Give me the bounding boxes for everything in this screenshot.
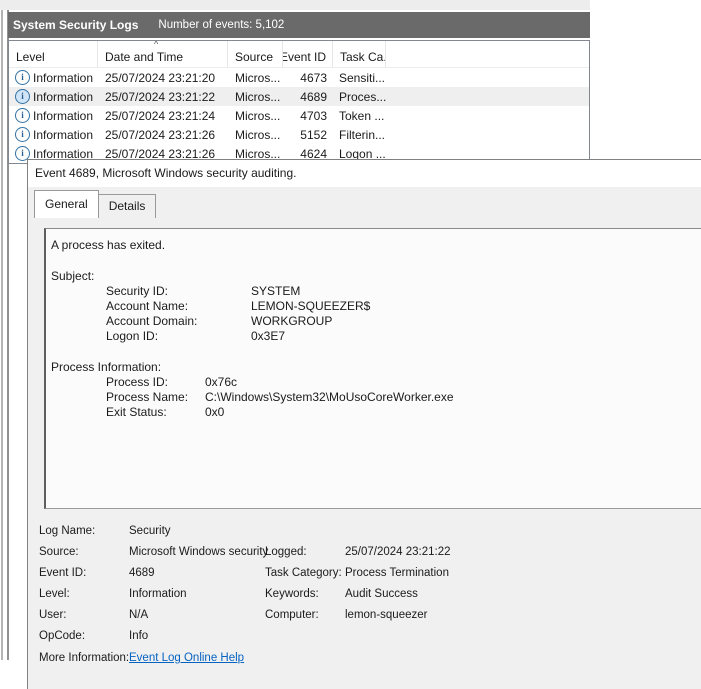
event-id-value: 4689 (129, 567, 155, 579)
column-header-level[interactable]: Level (9, 41, 98, 67)
row-level: Information (33, 71, 93, 85)
log-name-value: Security (129, 525, 171, 537)
level-value: Information (129, 588, 187, 600)
information-level-icon: i (15, 108, 30, 123)
sort-ascending-icon: ^ (154, 41, 158, 49)
window-left-border (1, 10, 3, 660)
row-event-id: 5152 (283, 128, 333, 142)
computer-value: lemon-squeezer (345, 609, 427, 621)
column-header-task-category[interactable]: Task Ca... (333, 41, 386, 67)
keywords-value: Audit Success (345, 588, 418, 600)
information-level-icon: i (15, 70, 30, 85)
row-task-category: Proces... (333, 90, 386, 104)
footer-row-source: Source: Microsoft Windows security Logge… (28, 546, 701, 567)
row-level: Information (33, 128, 93, 142)
table-row[interactable]: i Information 25/07/2024 23:21:24 Micros… (9, 106, 589, 125)
row-task-category: Sensiti... (333, 71, 386, 85)
row-datetime: 25/07/2024 23:21:26 (98, 128, 228, 142)
source-value: Microsoft Windows security (129, 546, 268, 558)
footer-row-opcode: OpCode: Info (28, 630, 701, 651)
row-level: Information (33, 109, 93, 123)
log-header-bar: System Security Logs Number of events: 5… (8, 12, 590, 38)
task-category-value: Process Termination (345, 567, 449, 579)
column-header-source[interactable]: Source (228, 41, 283, 67)
row-datetime: 25/07/2024 23:21:22 (98, 90, 228, 104)
tab-general[interactable]: General (34, 190, 99, 218)
footer-row-level: Level: Information Keywords: Audit Succe… (28, 588, 701, 609)
log-title: System Security Logs (8, 18, 138, 32)
footer-row-user: User: N/A Computer: lemon-squeezer (28, 609, 701, 630)
row-event-id: 4703 (283, 109, 333, 123)
event-log-online-help-link[interactable]: Event Log Online Help (129, 652, 244, 664)
event-list-table: Level ^ Date and Time Source Event ID Ta… (8, 40, 590, 164)
footer-row-log-name: Log Name: Security (28, 525, 701, 546)
table-header-row: Level ^ Date and Time Source Event ID Ta… (9, 41, 589, 68)
row-source: Micros... (228, 71, 283, 85)
row-source: Micros... (228, 128, 283, 142)
column-header-date-and-time[interactable]: ^ Date and Time (98, 41, 228, 67)
row-event-id: 4689 (283, 90, 333, 104)
row-task-category: Filterin... (333, 128, 386, 142)
event-detail-pane: Event 4689, Microsoft Windows security a… (27, 159, 701, 689)
row-level: Information (33, 90, 93, 104)
logged-value: 25/07/2024 23:21:22 (345, 546, 451, 558)
footer-row-event-id: Event ID: 4689 Task Category: Process Te… (28, 567, 701, 588)
column-header-filler (386, 41, 589, 67)
table-row-selected[interactable]: i Information 25/07/2024 23:21:22 Micros… (9, 87, 589, 106)
column-header-event-id[interactable]: Event ID (283, 41, 333, 67)
column-header-date-label: Date and Time (105, 50, 183, 64)
footer-row-more-information: More Information: Event Log Online Help (28, 652, 701, 673)
information-level-icon: i (15, 89, 30, 104)
event-summary-footer: Log Name: Security Source: Microsoft Win… (28, 160, 701, 689)
row-source: Micros... (228, 90, 283, 104)
opcode-value: Info (129, 630, 148, 642)
row-datetime: 25/07/2024 23:21:20 (98, 71, 228, 85)
row-source: Micros... (228, 109, 283, 123)
top-window-strip (0, 0, 590, 10)
events-count-label: Number of events: 5,102 (158, 19, 284, 31)
table-row[interactable]: i Information 25/07/2024 23:21:20 Micros… (9, 68, 589, 87)
table-row[interactable]: i Information 25/07/2024 23:21:26 Micros… (9, 125, 589, 144)
row-datetime: 25/07/2024 23:21:24 (98, 109, 228, 123)
user-value: N/A (129, 609, 148, 621)
row-event-id: 4673 (283, 71, 333, 85)
row-task-category: Token ... (333, 109, 386, 123)
information-level-icon: i (15, 127, 30, 142)
